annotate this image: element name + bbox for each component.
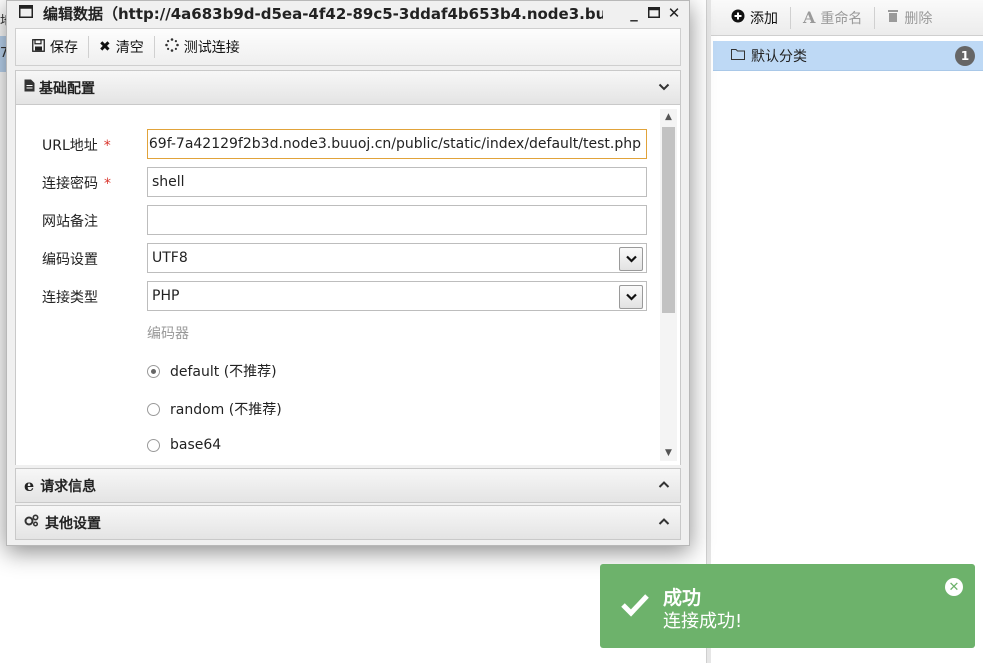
encoding-label: 编码设置 <box>42 252 98 268</box>
ie-icon: e <box>24 476 35 495</box>
add-category-label: 添加 <box>750 10 778 27</box>
plus-circle-icon <box>731 9 745 27</box>
encoder-option-default[interactable]: default (不推荐) <box>147 361 277 381</box>
encoder-option-label: random (不推荐) <box>170 402 282 418</box>
window-controls: _ ✕ <box>627 1 681 25</box>
spinner-icon <box>164 38 179 56</box>
trash-icon <box>887 9 899 26</box>
category-label: 默认分类 <box>751 48 807 65</box>
minimize-icon[interactable]: _ <box>627 4 641 22</box>
encoder-option-random[interactable]: random (不推荐) <box>147 399 282 419</box>
password-label: 连接密码 * <box>42 176 111 192</box>
note-row: 网站备注 <box>16 205 656 235</box>
category-item-default[interactable]: 默认分类 1 <box>713 41 983 71</box>
radio-icon[interactable] <box>147 402 160 416</box>
folder-icon <box>731 48 745 64</box>
note-input[interactable] <box>147 205 647 235</box>
rename-category-label: 重命名 <box>820 10 863 27</box>
form-scrollbar[interactable]: ▲ ▼ <box>660 109 677 461</box>
required-mark: * <box>103 138 111 154</box>
password-value: shell <box>152 174 185 190</box>
category-count-badge: 1 <box>955 46 975 66</box>
section-other-settings[interactable]: 其他设置 <box>15 505 681 540</box>
password-input[interactable]: shell <box>147 167 647 197</box>
scroll-down-icon[interactable]: ▼ <box>660 445 677 461</box>
type-label: 连接类型 <box>42 290 98 306</box>
encoder-option-base64[interactable]: base64 <box>147 437 221 453</box>
encoder-label: 编码器 <box>147 326 189 342</box>
type-value: PHP <box>152 288 180 304</box>
test-connection-label: 测试连接 <box>183 40 240 56</box>
encoder-option-label: default (不推荐) <box>170 364 277 380</box>
radio-icon[interactable] <box>147 438 160 452</box>
edit-data-dialog: 编辑数据（http://4a683b9d-d5ea-4f42-89c5-3dda… <box>6 0 690 546</box>
close-icon[interactable]: ✕ <box>667 4 681 22</box>
chevron-up-icon <box>658 515 670 531</box>
add-category-button[interactable]: 添加 <box>719 6 790 30</box>
test-connection-button[interactable]: 测试连接 <box>155 34 250 60</box>
dialog-titlebar[interactable]: 编辑数据（http://4a683b9d-d5ea-4f42-89c5-3dda… <box>7 1 689 25</box>
section-request-info[interactable]: e 请求信息 <box>15 468 681 503</box>
delete-category-button[interactable]: 删除 <box>875 6 944 30</box>
url-input[interactable]: 9-a69f-7a42129f2b3d.node3.buuoj.cn/publi… <box>147 129 647 159</box>
encoding-value: UTF8 <box>152 250 188 266</box>
save-button[interactable]: 保存 <box>22 34 88 60</box>
radio-selected-icon[interactable] <box>147 364 160 378</box>
x-icon: ✖ <box>99 39 111 55</box>
clear-button[interactable]: ✖ 清空 <box>89 34 154 60</box>
basic-config-form: URL地址 * 9-a69f-7a42129f2b3d.node3.buuoj.c… <box>15 105 681 465</box>
close-icon[interactable]: ✕ <box>945 578 963 596</box>
section-request-title: 请求信息 <box>40 478 97 495</box>
save-label: 保存 <box>50 40 78 56</box>
required-mark: * <box>104 176 111 192</box>
section-basic-config[interactable]: 基础配置 <box>15 70 681 105</box>
chevron-down-icon[interactable] <box>619 285 643 309</box>
font-icon: A <box>803 8 816 27</box>
type-row: 连接类型 PHP <box>16 281 656 311</box>
dialog-toolbar: 保存 ✖ 清空 测试连接 <box>15 28 681 66</box>
encoding-row: 编码设置 UTF8 <box>16 243 656 273</box>
section-other-title: 其他设置 <box>45 515 101 532</box>
maximize-icon[interactable] <box>647 4 661 22</box>
url-label: URL地址 * <box>42 138 111 154</box>
toast-message: 连接成功! <box>663 611 743 632</box>
password-row: 连接密码 * shell <box>16 167 656 197</box>
check-icon <box>620 590 650 625</box>
encoder-option-label: base64 <box>170 437 222 453</box>
gears-icon <box>24 514 39 531</box>
chevron-down-icon[interactable] <box>619 247 643 271</box>
save-icon <box>32 38 45 56</box>
window-icon <box>19 4 33 22</box>
document-icon <box>24 79 35 96</box>
success-toast: 成功 连接成功! ✕ <box>600 564 975 648</box>
clear-label: 清空 <box>115 40 144 56</box>
delete-category-label: 删除 <box>904 10 933 27</box>
section-basic-title: 基础配置 <box>39 80 95 97</box>
chevron-up-icon <box>658 478 670 494</box>
chevron-down-icon <box>658 80 670 96</box>
dialog-title: 编辑数据（http://4a683b9d-d5ea-4f42-89c5-3dda… <box>43 4 603 23</box>
category-toolbar: 添加 A 重命名 删除 <box>711 0 983 36</box>
toast-title: 成功 <box>663 587 702 609</box>
encoding-select[interactable]: UTF8 <box>147 243 647 273</box>
url-row: URL地址 * 9-a69f-7a42129f2b3d.node3.buuoj.c… <box>16 129 656 159</box>
rename-category-button[interactable]: A 重命名 <box>791 6 874 30</box>
note-label: 网站备注 <box>42 214 98 230</box>
url-value: 9-a69f-7a42129f2b3d.node3.buuoj.cn/publi… <box>147 136 641 152</box>
scroll-up-icon[interactable]: ▲ <box>660 109 677 125</box>
type-select[interactable]: PHP <box>147 281 647 311</box>
scrollbar-thumb[interactable] <box>662 127 675 313</box>
